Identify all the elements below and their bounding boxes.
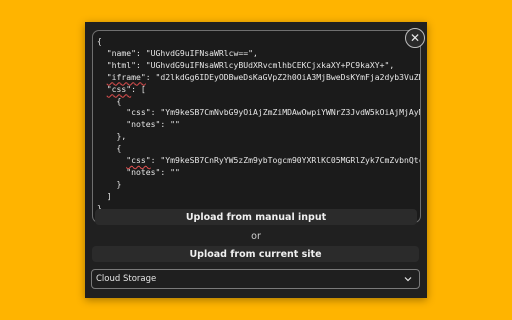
code-text: : "UGhvdG9uIFNsaWRlcw==",: [136, 47, 258, 58]
code-text: }: [97, 178, 122, 189]
code-text: },: [97, 131, 127, 142]
code-line: "name": "UGhvdG9uIFNsaWRlcw==",: [97, 48, 258, 58]
code-content[interactable]: { "name": "UGhvdG9uIFNsaWRlcw==", "html"…: [97, 36, 420, 215]
code-line: "iframe": "d2lkdGg6IDEyODBweDsKaGVpZ2h0O…: [97, 71, 420, 82]
upload-manual-button[interactable]: Upload from manual input: [95, 209, 417, 225]
code-text: : "Ym9keSB7CmNvbG9yOiAjZmZiMDAwOwpiYWNrZ…: [150, 107, 420, 118]
close-button[interactable]: ✕: [405, 28, 425, 48]
code-key: "notes": [126, 119, 161, 130]
code-line: ]: [97, 191, 112, 201]
code-key: "name": [106, 47, 136, 58]
code-text: : "UGhvdG9uIFNsaWRlcyBUdXRvcmlhbCEKCjxka…: [136, 59, 395, 70]
code-text: {: [97, 36, 102, 46]
code-line: "notes": "": [97, 119, 180, 129]
close-icon: ✕: [409, 31, 421, 45]
code-key-flagged: "css": [126, 155, 151, 166]
code-line: },: [97, 131, 126, 141]
code-text: : "Ym9keSB7CnRyYW5zZm9ybTogcm90YXRlKC05M…: [150, 155, 420, 166]
code-text: {: [97, 143, 122, 154]
code-text: ]: [97, 190, 112, 201]
code-key: "html": [106, 59, 136, 70]
upload-current-site-button[interactable]: Upload from current site: [92, 246, 419, 262]
storage-select-value: Cloud Storage: [96, 274, 157, 284]
code-line: {: [97, 36, 102, 46]
json-code-editor[interactable]: { "name": "UGhvdG9uIFNsaWRlcw==", "html"…: [92, 30, 421, 223]
code-text: : "": [160, 119, 180, 130]
code-key-flagged: "css": [106, 83, 132, 94]
code-line: "css": "Ym9keSB7CnRyYW5zZm9ybTogcm90YXRl…: [97, 155, 420, 166]
code-line: "html": "UGhvdG9uIFNsaWRlcyBUdXRvcmlhbCE…: [97, 59, 395, 70]
chevron-down-icon: [404, 277, 412, 282]
code-text: : "": [160, 166, 180, 177]
code-key-flagged: "iframe": [106, 71, 146, 82]
upload-current-label: Upload from current site: [189, 248, 322, 260]
upload-dialog: { "name": "UGhvdG9uIFNsaWRlcw==", "html"…: [85, 22, 427, 298]
code-key: "notes": [126, 166, 161, 177]
code-text: : "d2lkdGg6IDEyODBweDsKaGVpZ2h0OiA3MjBwe…: [145, 71, 420, 82]
code-line: }: [97, 179, 121, 189]
code-line: "notes": "": [97, 167, 180, 177]
code-line: {: [97, 143, 121, 153]
code-text: {: [97, 95, 122, 106]
or-separator: or: [251, 231, 261, 242]
code-line: "css": "Ym9keSB7CmNvbG9yOiAjZmZiMDAwOwpi…: [97, 107, 420, 118]
upload-manual-label: Upload from manual input: [185, 211, 327, 223]
code-text: : [: [131, 83, 146, 94]
storage-select[interactable]: Cloud Storage: [91, 269, 420, 289]
code-line: "css": [: [97, 84, 146, 94]
code-key: "css": [126, 107, 151, 118]
code-line: {: [97, 96, 121, 106]
